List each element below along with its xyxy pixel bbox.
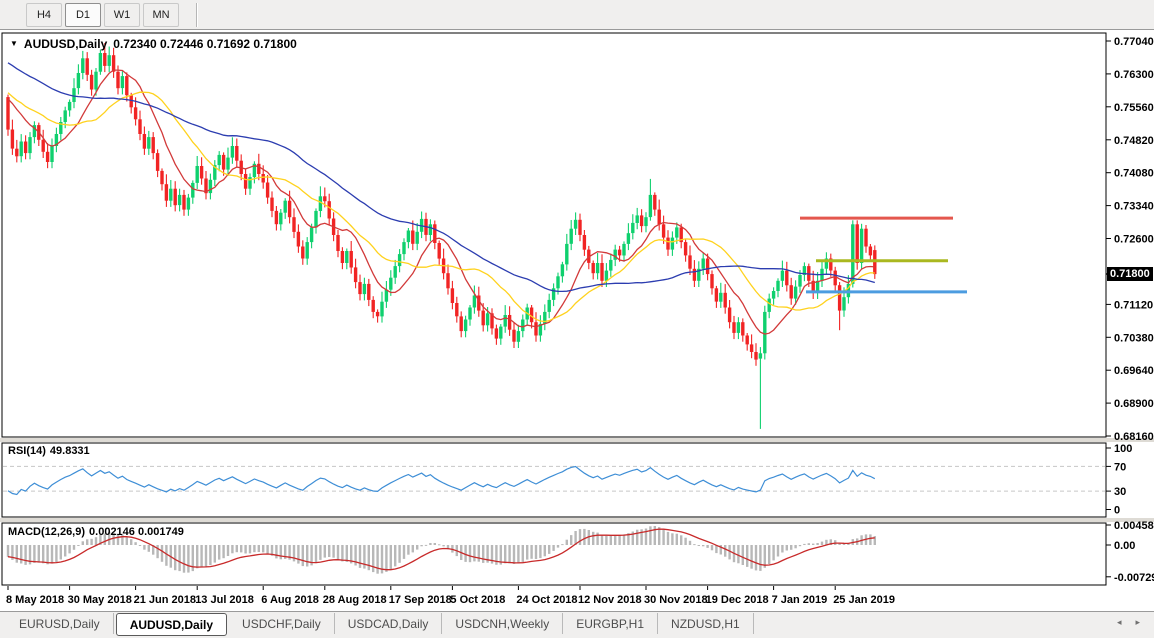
- price-axis-label: 0.70380: [1114, 332, 1154, 344]
- timeframe-button-h4[interactable]: H4: [26, 3, 62, 27]
- current-price-badge: 0.71800: [1107, 267, 1153, 281]
- date-axis-label: 6 Aug 2018: [261, 594, 319, 606]
- chevron-down-icon[interactable]: ▼: [10, 40, 18, 48]
- date-axis-label: 25 Jan 2019: [833, 594, 895, 606]
- timeframe-button-d1[interactable]: D1: [65, 3, 101, 27]
- date-axis-label: 21 Jun 2018: [134, 594, 196, 606]
- price-axis-label: 0.76300: [1114, 69, 1154, 81]
- macd-indicator-label: MACD(12,26,9) 0.002146 0.001749: [8, 526, 184, 538]
- rsi-axis-label: 30: [1114, 486, 1126, 498]
- tab-scroll-left-icon[interactable]: ◂: [1117, 617, 1122, 628]
- tab-nzdusd-h1[interactable]: NZDUSD,H1: [658, 613, 754, 634]
- tab-scroll-controls: ◂ ▸: [1117, 613, 1154, 628]
- tab-audusd-daily[interactable]: AUDUSD,Daily: [116, 613, 227, 636]
- date-axis-label: 17 Sep 2018: [389, 594, 452, 606]
- macd-axis-label: 0.004583: [1114, 520, 1154, 532]
- date-axis-label: 5 Oct 2018: [450, 594, 505, 606]
- price-axis-label: 0.68900: [1114, 398, 1154, 410]
- rsi-axis: 100 70 30 0: [1106, 443, 1132, 517]
- trading-terminal-window: H4 D1 W1 MN 0.77040 0.76300 0.75560 0.74820…: [0, 0, 1154, 638]
- macd-value: 0.002146 0.001749: [89, 526, 184, 538]
- chart-ohlc-values: 0.72340 0.72446 0.71692 0.71800: [113, 37, 297, 51]
- date-axis-label: 8 May 2018: [6, 594, 64, 606]
- symbol-tab-bar: EURUSD,Daily AUDUSD,Daily USDCHF,Daily U…: [0, 611, 1154, 638]
- date-axis-label: 7 Jan 2019: [772, 594, 828, 606]
- rsi-value: 49.8331: [50, 445, 90, 457]
- macd-name: MACD(12,26,9): [8, 526, 85, 538]
- macd-axis-label: -0.007292: [1114, 572, 1154, 584]
- date-axis-label: 30 Nov 2018: [644, 594, 708, 606]
- tab-eurgbp-h1[interactable]: EURGBP,H1: [563, 613, 658, 634]
- rsi-name: RSI(14): [8, 445, 46, 457]
- rsi-axis-label: 0: [1114, 505, 1120, 517]
- date-axis-label: 12 Nov 2018: [578, 594, 642, 606]
- date-axis-label: 24 Oct 2018: [516, 594, 577, 606]
- date-axis-label: 28 Aug 2018: [323, 594, 387, 606]
- price-axis-label: 0.75560: [1114, 102, 1154, 114]
- tab-usdcnh-weekly[interactable]: USDCNH,Weekly: [442, 613, 563, 634]
- rsi-axis-label: 100: [1114, 443, 1132, 455]
- tab-eurusd-daily[interactable]: EURUSD,Daily: [6, 613, 114, 634]
- panel-splitter[interactable]: [0, 438, 1154, 442]
- price-axis-label: 0.73340: [1114, 201, 1154, 213]
- date-axis-label: 19 Dec 2018: [706, 594, 769, 606]
- toolbar-separator: [196, 3, 198, 27]
- price-axis-label: 0.71120: [1114, 299, 1153, 311]
- chart-window[interactable]: 0.77040 0.76300 0.75560 0.74820 0.74080 0.733…: [0, 31, 1154, 611]
- price-axis-label: 0.74820: [1114, 135, 1154, 147]
- price-axis: 0.77040 0.76300 0.75560 0.74820 0.74080 0.733…: [1106, 36, 1154, 443]
- macd-axis: 0.004583 0.00 -0.007292: [1106, 520, 1154, 584]
- price-axis-label: 0.74080: [1114, 168, 1154, 180]
- chart-title[interactable]: ▼ AUDUSD,Daily 0.72340 0.72446 0.71692 0…: [10, 37, 297, 51]
- date-axis-label: 30 May 2018: [68, 594, 132, 606]
- timeframe-button-mn[interactable]: MN: [143, 3, 179, 27]
- panel-frame: [2, 443, 1106, 517]
- price-axis-label: 0.77040: [1114, 36, 1154, 48]
- panel-splitter[interactable]: [0, 518, 1154, 522]
- macd-axis-label: 0.00: [1114, 540, 1135, 552]
- tab-scroll-right-icon[interactable]: ▸: [1135, 617, 1140, 628]
- tab-usdchf-daily[interactable]: USDCHF,Daily: [229, 613, 335, 634]
- timeframe-button-w1[interactable]: W1: [104, 3, 140, 27]
- date-axis: 8 May 2018 30 May 201821 Jun 201813 Jul 2…: [6, 586, 895, 606]
- panel-frame: [2, 33, 1106, 437]
- timeframe-toolbar: H4 D1 W1 MN: [0, 0, 1154, 30]
- price-axis-label: 0.72600: [1114, 234, 1154, 246]
- chart-symbol-label: AUDUSD,Daily: [24, 37, 107, 51]
- rsi-indicator-label: RSI(14) 49.8331: [8, 445, 90, 457]
- rsi-axis-label: 70: [1114, 461, 1126, 473]
- price-axis-label: 0.69640: [1114, 365, 1154, 377]
- price-axis-label: 0.68160: [1114, 431, 1154, 443]
- date-axis-label: 13 Jul 2018: [195, 594, 254, 606]
- tab-usdcad-daily[interactable]: USDCAD,Daily: [335, 613, 443, 634]
